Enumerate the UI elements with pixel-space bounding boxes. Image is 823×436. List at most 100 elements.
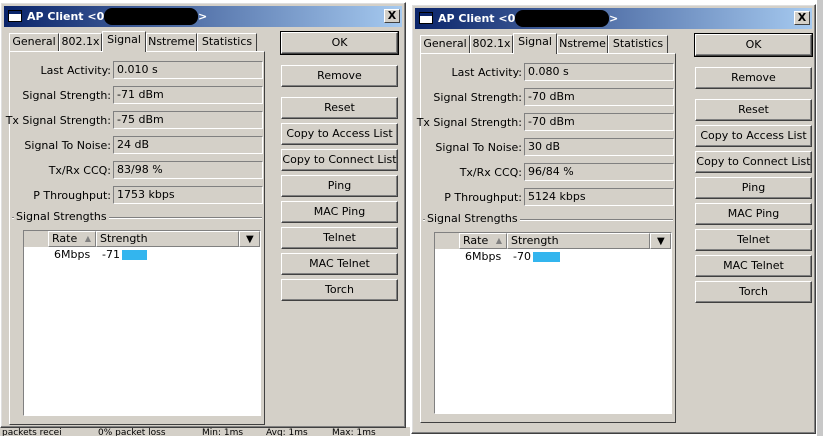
p-throughput-label: P Throughput: bbox=[33, 189, 111, 202]
column-menu-button[interactable]: ▼ bbox=[650, 233, 671, 249]
signal-strength-value: -71 dBm bbox=[113, 86, 263, 104]
signal-strengths-list[interactable]: Rate ▲ Strength ▼ 6Mbps -70 bbox=[434, 232, 672, 414]
column-rate[interactable]: Rate ▲ bbox=[459, 233, 507, 249]
background-strip-right bbox=[817, 0, 823, 436]
mac-telnet-button[interactable]: MAC Telnet bbox=[281, 253, 398, 275]
tab-signal[interactable]: Signal bbox=[102, 31, 146, 52]
last-activity-value: 0.080 s bbox=[524, 63, 674, 81]
dropdown-arrow-icon: ▼ bbox=[246, 234, 254, 245]
column-rate[interactable]: Rate ▲ bbox=[48, 231, 96, 247]
column-strength[interactable]: Strength bbox=[507, 233, 650, 249]
ping-button[interactable]: Ping bbox=[695, 177, 812, 199]
tab-signal[interactable]: Signal bbox=[513, 33, 557, 54]
signal-strength-label: Signal Strength: bbox=[22, 89, 111, 102]
ccq-label: Tx/Rx CCQ: bbox=[459, 166, 522, 179]
row-rate: 6Mbps bbox=[54, 248, 91, 261]
column-rate-label: Rate bbox=[463, 234, 489, 247]
signal-strength-value: -70 dBm bbox=[524, 88, 674, 106]
telnet-button[interactable]: Telnet bbox=[281, 227, 398, 249]
row-strength: -70 bbox=[513, 250, 531, 263]
window-title: AP Client <0 bbox=[27, 10, 104, 23]
ok-button[interactable]: OK bbox=[694, 33, 813, 57]
signal-strengths-group-title: Signal Strengths bbox=[425, 212, 520, 225]
tx-signal-strength-label: Tx Signal Strength: bbox=[5, 114, 111, 127]
window-title: AP Client <0 bbox=[438, 12, 515, 25]
copy-to-access-list-button[interactable]: Copy to Access List bbox=[695, 125, 812, 147]
window-icon bbox=[419, 12, 433, 24]
tab-nstreme[interactable]: Nstreme bbox=[557, 35, 608, 53]
tab-statistics[interactable]: Statistics bbox=[608, 35, 668, 53]
window-title-text: AP Client <0 bbox=[27, 10, 105, 23]
tab-general[interactable]: General bbox=[420, 35, 470, 53]
ap-client-window-2: AP Client <0 > X General 802.1x Signal N… bbox=[411, 4, 816, 434]
signal-level-bar bbox=[533, 252, 560, 262]
column-menu-button[interactable]: ▼ bbox=[239, 231, 260, 247]
remove-button[interactable]: Remove bbox=[695, 67, 812, 89]
redacted-address bbox=[104, 8, 198, 25]
window-title-suffix: > bbox=[609, 12, 619, 25]
signal-to-noise-label: Signal To Noise: bbox=[24, 139, 111, 152]
ap-client-window-1: AP Client <0 > X General 802.1x Signal N… bbox=[0, 2, 406, 428]
mac-ping-button[interactable]: MAC Ping bbox=[695, 203, 812, 225]
telnet-button[interactable]: Telnet bbox=[695, 229, 812, 251]
title-bar[interactable]: AP Client <0 > X bbox=[4, 6, 402, 27]
signal-strengths-list[interactable]: Rate ▲ Strength ▼ 6Mbps -71 bbox=[23, 230, 261, 416]
tab-general[interactable]: General bbox=[9, 33, 59, 51]
sort-up-icon: ▲ bbox=[84, 234, 91, 243]
list-item[interactable]: 6Mbps -70 bbox=[435, 249, 671, 264]
signal-level-bar bbox=[122, 250, 147, 260]
copy-to-access-list-button[interactable]: Copy to Access List bbox=[281, 123, 398, 145]
last-activity-value: 0.010 s bbox=[113, 61, 263, 79]
copy-to-connect-list-button[interactable]: Copy to Connect List bbox=[695, 151, 812, 173]
window-icon bbox=[8, 10, 22, 22]
redacted-address bbox=[515, 10, 609, 27]
mac-ping-button[interactable]: MAC Ping bbox=[281, 201, 398, 223]
dropdown-arrow-icon: ▼ bbox=[657, 236, 665, 247]
title-bar[interactable]: AP Client <0 > X bbox=[415, 8, 812, 29]
reset-button[interactable]: Reset bbox=[695, 99, 812, 121]
ccq-value: 83/98 % bbox=[113, 161, 263, 179]
background-status-1: packets recei bbox=[2, 428, 62, 436]
signal-strength-label: Signal Strength: bbox=[433, 91, 522, 104]
torch-button[interactable]: Torch bbox=[695, 281, 812, 303]
p-throughput-value: 5124 kbps bbox=[524, 188, 674, 206]
tab-802-1x[interactable]: 802.1x bbox=[59, 33, 102, 51]
remove-button[interactable]: Remove bbox=[281, 65, 398, 87]
signal-panel: Last Activity: 0.080 s Signal Strength: … bbox=[416, 53, 676, 423]
ccq-label: Tx/Rx CCQ: bbox=[48, 164, 111, 177]
close-icon[interactable]: X bbox=[794, 11, 810, 25]
column-strength-label: Strength bbox=[511, 234, 559, 247]
p-throughput-value: 1753 kbps bbox=[113, 186, 263, 204]
mac-telnet-button[interactable]: MAC Telnet bbox=[695, 255, 812, 277]
tab-802-1x[interactable]: 802.1x bbox=[470, 35, 513, 53]
close-icon[interactable]: X bbox=[384, 9, 400, 23]
background-status-2: 0% packet loss bbox=[98, 428, 166, 436]
tab-statistics[interactable]: Statistics bbox=[197, 33, 257, 51]
tx-signal-strength-value: -75 dBm bbox=[113, 111, 263, 129]
column-strength[interactable]: Strength bbox=[96, 231, 239, 247]
tab-nstreme[interactable]: Nstreme bbox=[146, 33, 197, 51]
signal-to-noise-value: 24 dB bbox=[113, 136, 263, 154]
list-header: Rate ▲ Strength ▼ bbox=[435, 233, 671, 249]
sort-up-icon: ▲ bbox=[495, 236, 502, 245]
ping-button[interactable]: Ping bbox=[281, 175, 398, 197]
signal-to-noise-label: Signal To Noise: bbox=[435, 141, 522, 154]
signal-to-noise-value: 30 dB bbox=[524, 138, 674, 156]
background-status-3: Min: 1ms bbox=[202, 428, 244, 436]
signal-strengths-group-title: Signal Strengths bbox=[14, 210, 109, 223]
row-strength: -71 bbox=[102, 248, 120, 261]
ccq-value: 96/84 % bbox=[524, 163, 674, 181]
background-status-5: Max: 1ms bbox=[332, 428, 376, 436]
background-status-4: Avg: 1ms bbox=[266, 428, 308, 436]
window-title-suffix: > bbox=[198, 10, 208, 23]
copy-to-connect-list-button[interactable]: Copy to Connect List bbox=[281, 149, 398, 171]
list-item[interactable]: 6Mbps -71 bbox=[24, 247, 260, 262]
ok-button[interactable]: OK bbox=[280, 31, 399, 55]
torch-button[interactable]: Torch bbox=[281, 279, 398, 301]
tx-signal-strength-label: Tx Signal Strength: bbox=[416, 116, 522, 129]
last-activity-label: Last Activity: bbox=[40, 64, 111, 77]
column-rate-label: Rate bbox=[52, 232, 78, 245]
reset-button[interactable]: Reset bbox=[281, 97, 398, 119]
column-strength-label: Strength bbox=[100, 232, 148, 245]
last-activity-label: Last Activity: bbox=[451, 66, 522, 79]
